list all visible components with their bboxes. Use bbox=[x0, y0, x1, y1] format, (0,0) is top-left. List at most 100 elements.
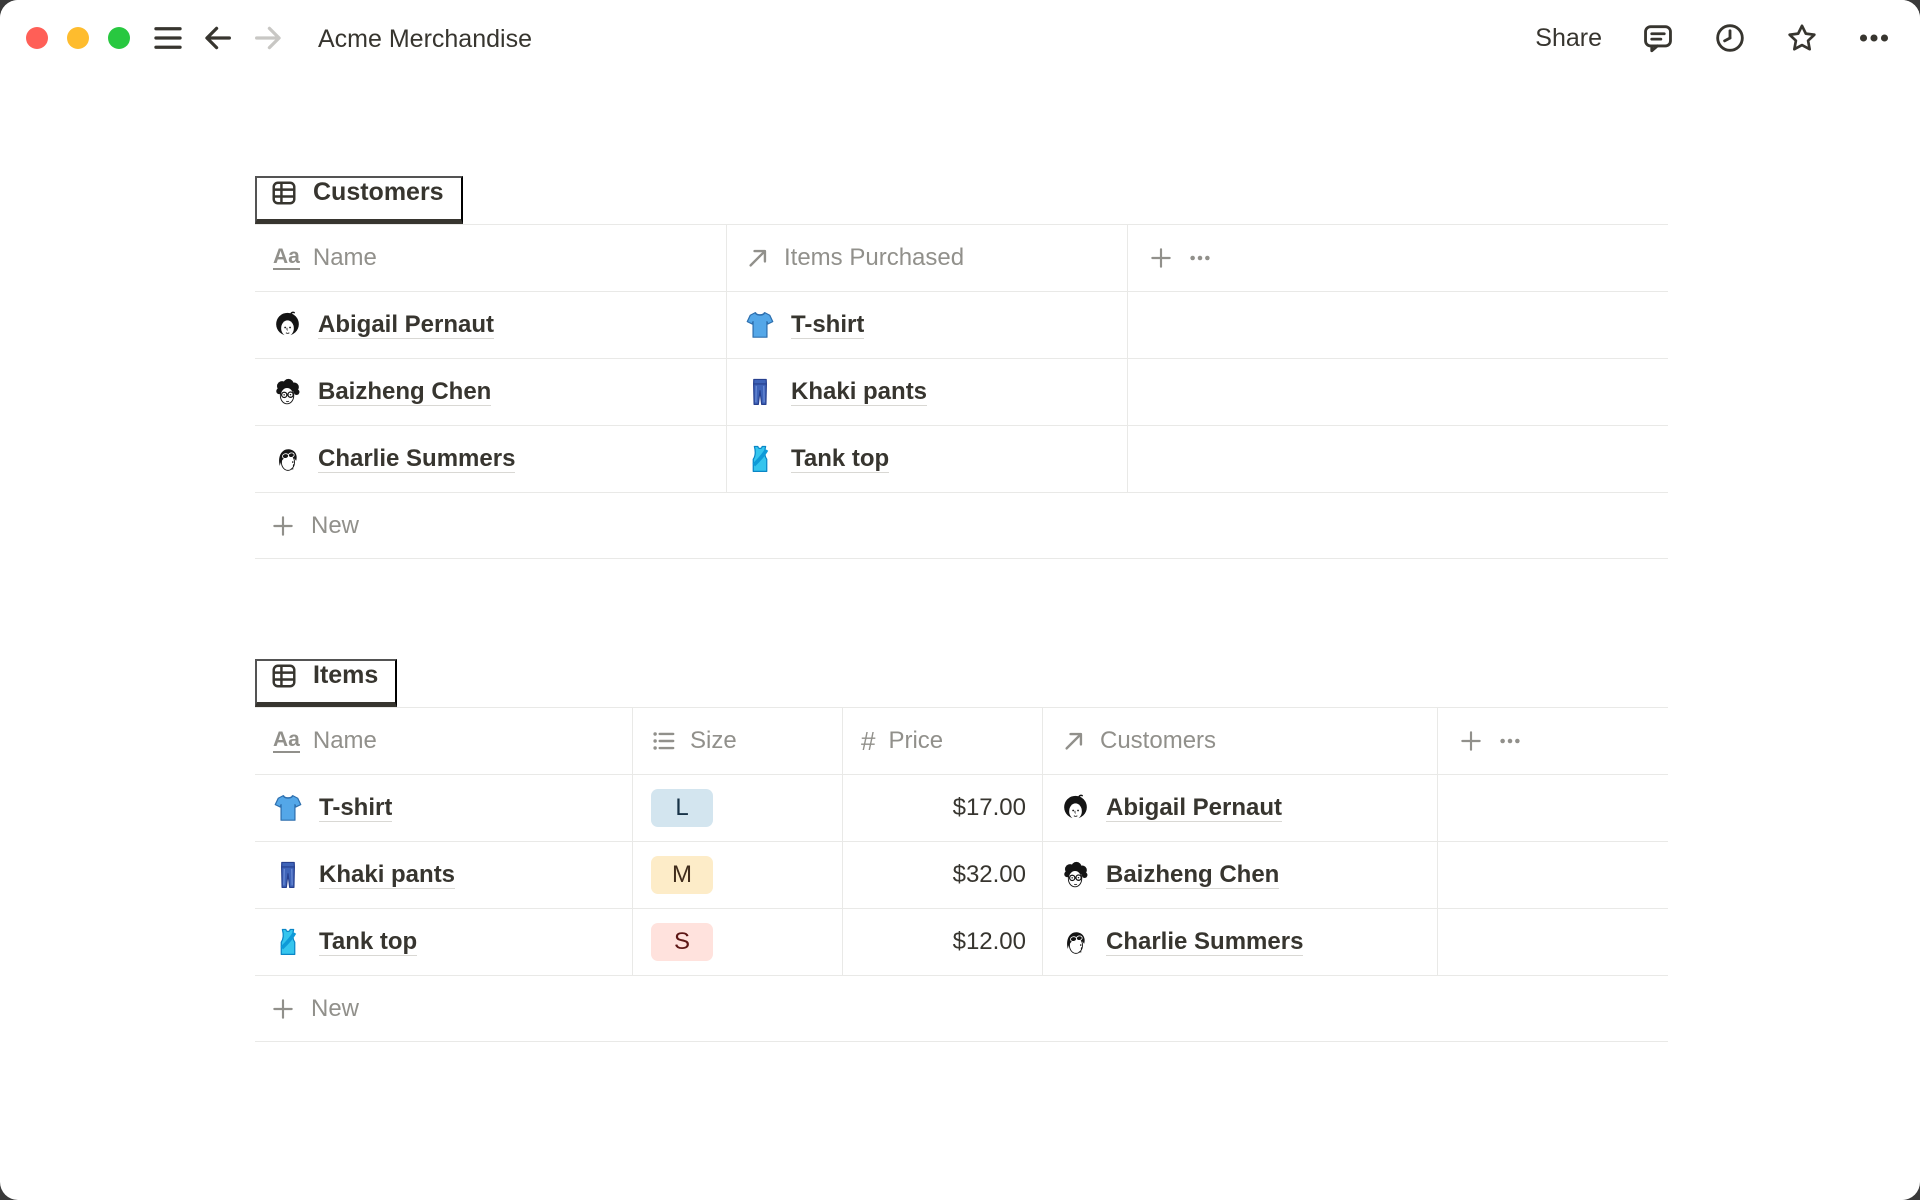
price-cell[interactable]: $32.00 bbox=[843, 842, 1043, 908]
share-button[interactable]: Share bbox=[1531, 18, 1606, 58]
breadcrumb-page-title[interactable]: Acme Merchandise bbox=[318, 24, 532, 54]
header-tools bbox=[1438, 708, 1668, 774]
tab-customers[interactable]: Customers bbox=[255, 176, 463, 224]
forward-icon[interactable] bbox=[248, 18, 288, 58]
menu-icon[interactable] bbox=[148, 18, 188, 58]
table-row: Baizheng Chen Khaki pants bbox=[255, 359, 1668, 426]
column-header-name[interactable]: Aa Name bbox=[255, 708, 633, 774]
app-window: Acme Merchandise Share Customers Aa Name… bbox=[0, 0, 1920, 1200]
table-view-icon bbox=[270, 179, 298, 207]
tab-items[interactable]: Items bbox=[255, 659, 398, 707]
size-cell[interactable]: S bbox=[633, 909, 843, 975]
column-label: Size bbox=[690, 727, 737, 754]
table-view-icon bbox=[270, 662, 298, 690]
table-row: T-shirt L $17.00 Abigail Pernaut bbox=[255, 775, 1668, 842]
size-badge: L bbox=[651, 789, 713, 827]
table-header-row: Aa Name Size # Price Customers bbox=[255, 708, 1668, 775]
avatar bbox=[273, 378, 302, 407]
new-row-button[interactable]: New bbox=[255, 493, 1668, 559]
column-label: Customers bbox=[1100, 727, 1217, 754]
name-cell[interactable]: Abigail Pernaut bbox=[255, 292, 727, 358]
table-row: Khaki pants M $32.00 Baizheng Chen bbox=[255, 842, 1668, 909]
plus-icon bbox=[270, 996, 296, 1022]
updates-clock-icon[interactable] bbox=[1710, 18, 1750, 58]
size-badge: M bbox=[651, 856, 713, 894]
t-shirt-icon bbox=[745, 310, 775, 340]
number-type-icon: # bbox=[861, 726, 876, 756]
titlebar: Acme Merchandise Share bbox=[0, 0, 1920, 76]
relation-cell[interactable]: Baizheng Chen bbox=[1043, 842, 1438, 908]
page-link[interactable]: Abigail Pernaut bbox=[318, 311, 494, 339]
pants-icon bbox=[745, 377, 775, 407]
customers-view-tabs: Customers bbox=[255, 160, 1668, 224]
name-cell[interactable]: T-shirt bbox=[255, 775, 633, 841]
name-cell[interactable]: Charlie Summers bbox=[255, 426, 727, 492]
column-label: Name bbox=[312, 727, 377, 754]
page-link[interactable]: T-shirt bbox=[791, 311, 864, 339]
avatar bbox=[1061, 794, 1090, 823]
relation-cell[interactable]: Charlie Summers bbox=[1043, 909, 1438, 975]
size-cell[interactable]: L bbox=[633, 775, 843, 841]
page-link[interactable]: Charlie Summers bbox=[1106, 928, 1303, 956]
column-header-price[interactable]: # Price bbox=[843, 708, 1043, 774]
avatar bbox=[1061, 928, 1090, 957]
page-link[interactable]: Abigail Pernaut bbox=[1106, 794, 1282, 822]
add-column-button[interactable] bbox=[1458, 728, 1484, 754]
page-link[interactable]: Tank top bbox=[791, 445, 889, 473]
more-options-icon[interactable] bbox=[1854, 18, 1894, 58]
relation-arrow-icon bbox=[1061, 728, 1087, 754]
avatar bbox=[1061, 861, 1090, 890]
favorite-star-icon[interactable] bbox=[1782, 18, 1822, 58]
relation-cell[interactable]: Khaki pants bbox=[727, 359, 1128, 425]
plus-icon bbox=[270, 513, 296, 539]
relation-cell[interactable]: T-shirt bbox=[727, 292, 1128, 358]
tab-label: Customers bbox=[313, 178, 444, 206]
column-header-customers[interactable]: Customers bbox=[1043, 708, 1438, 774]
size-badge: S bbox=[651, 923, 713, 961]
zoom-window-button[interactable] bbox=[108, 27, 130, 49]
items-table: Aa Name Size # Price Customers T-shirt L… bbox=[255, 707, 1668, 1042]
relation-cell[interactable]: Tank top bbox=[727, 426, 1128, 492]
page-link[interactable]: Charlie Summers bbox=[318, 445, 515, 473]
page-link[interactable]: Tank top bbox=[319, 928, 417, 956]
table-options-icon[interactable] bbox=[1497, 728, 1523, 754]
table-row: Tank top S $12.00 Charlie Summers bbox=[255, 909, 1668, 976]
empty-cell bbox=[1128, 359, 1668, 425]
new-row-button[interactable]: New bbox=[255, 976, 1668, 1042]
add-column-button[interactable] bbox=[1148, 245, 1174, 271]
empty-cell bbox=[1438, 842, 1668, 908]
table-header-row: Aa Name Items Purchased bbox=[255, 225, 1668, 292]
column-label: Name bbox=[312, 244, 377, 271]
tank-top-icon bbox=[745, 444, 775, 474]
page-link[interactable]: Khaki pants bbox=[319, 861, 455, 889]
price-cell[interactable]: $12.00 bbox=[843, 909, 1043, 975]
name-cell[interactable]: Khaki pants bbox=[255, 842, 633, 908]
column-label: Items Purchased bbox=[784, 244, 965, 271]
relation-cell[interactable]: Abigail Pernaut bbox=[1043, 775, 1438, 841]
page-link[interactable]: Baizheng Chen bbox=[318, 378, 491, 406]
column-label: Price bbox=[888, 727, 944, 754]
table-options-icon[interactable] bbox=[1187, 245, 1213, 271]
comments-icon[interactable] bbox=[1638, 18, 1678, 58]
text-type-icon: Aa bbox=[273, 728, 300, 753]
items-database: Items Aa Name Size # Price Customers T-s… bbox=[255, 643, 1668, 1042]
back-icon[interactable] bbox=[198, 18, 238, 58]
tab-label: Items bbox=[313, 661, 379, 689]
page-link[interactable]: Baizheng Chen bbox=[1106, 861, 1279, 889]
page-link[interactable]: Khaki pants bbox=[791, 378, 927, 406]
new-row-label: New bbox=[311, 994, 360, 1022]
column-header-items-purchased[interactable]: Items Purchased bbox=[727, 225, 1128, 291]
empty-cell bbox=[1438, 775, 1668, 841]
select-type-icon bbox=[651, 728, 677, 754]
column-header-size[interactable]: Size bbox=[633, 708, 843, 774]
name-cell[interactable]: Tank top bbox=[255, 909, 633, 975]
price-cell[interactable]: $17.00 bbox=[843, 775, 1043, 841]
name-cell[interactable]: Baizheng Chen bbox=[255, 359, 727, 425]
traffic-lights bbox=[26, 27, 130, 49]
column-header-name[interactable]: Aa Name bbox=[255, 225, 727, 291]
size-cell[interactable]: M bbox=[633, 842, 843, 908]
items-view-tabs: Items bbox=[255, 643, 1668, 707]
page-link[interactable]: T-shirt bbox=[319, 794, 392, 822]
minimize-window-button[interactable] bbox=[67, 27, 89, 49]
close-window-button[interactable] bbox=[26, 27, 48, 49]
